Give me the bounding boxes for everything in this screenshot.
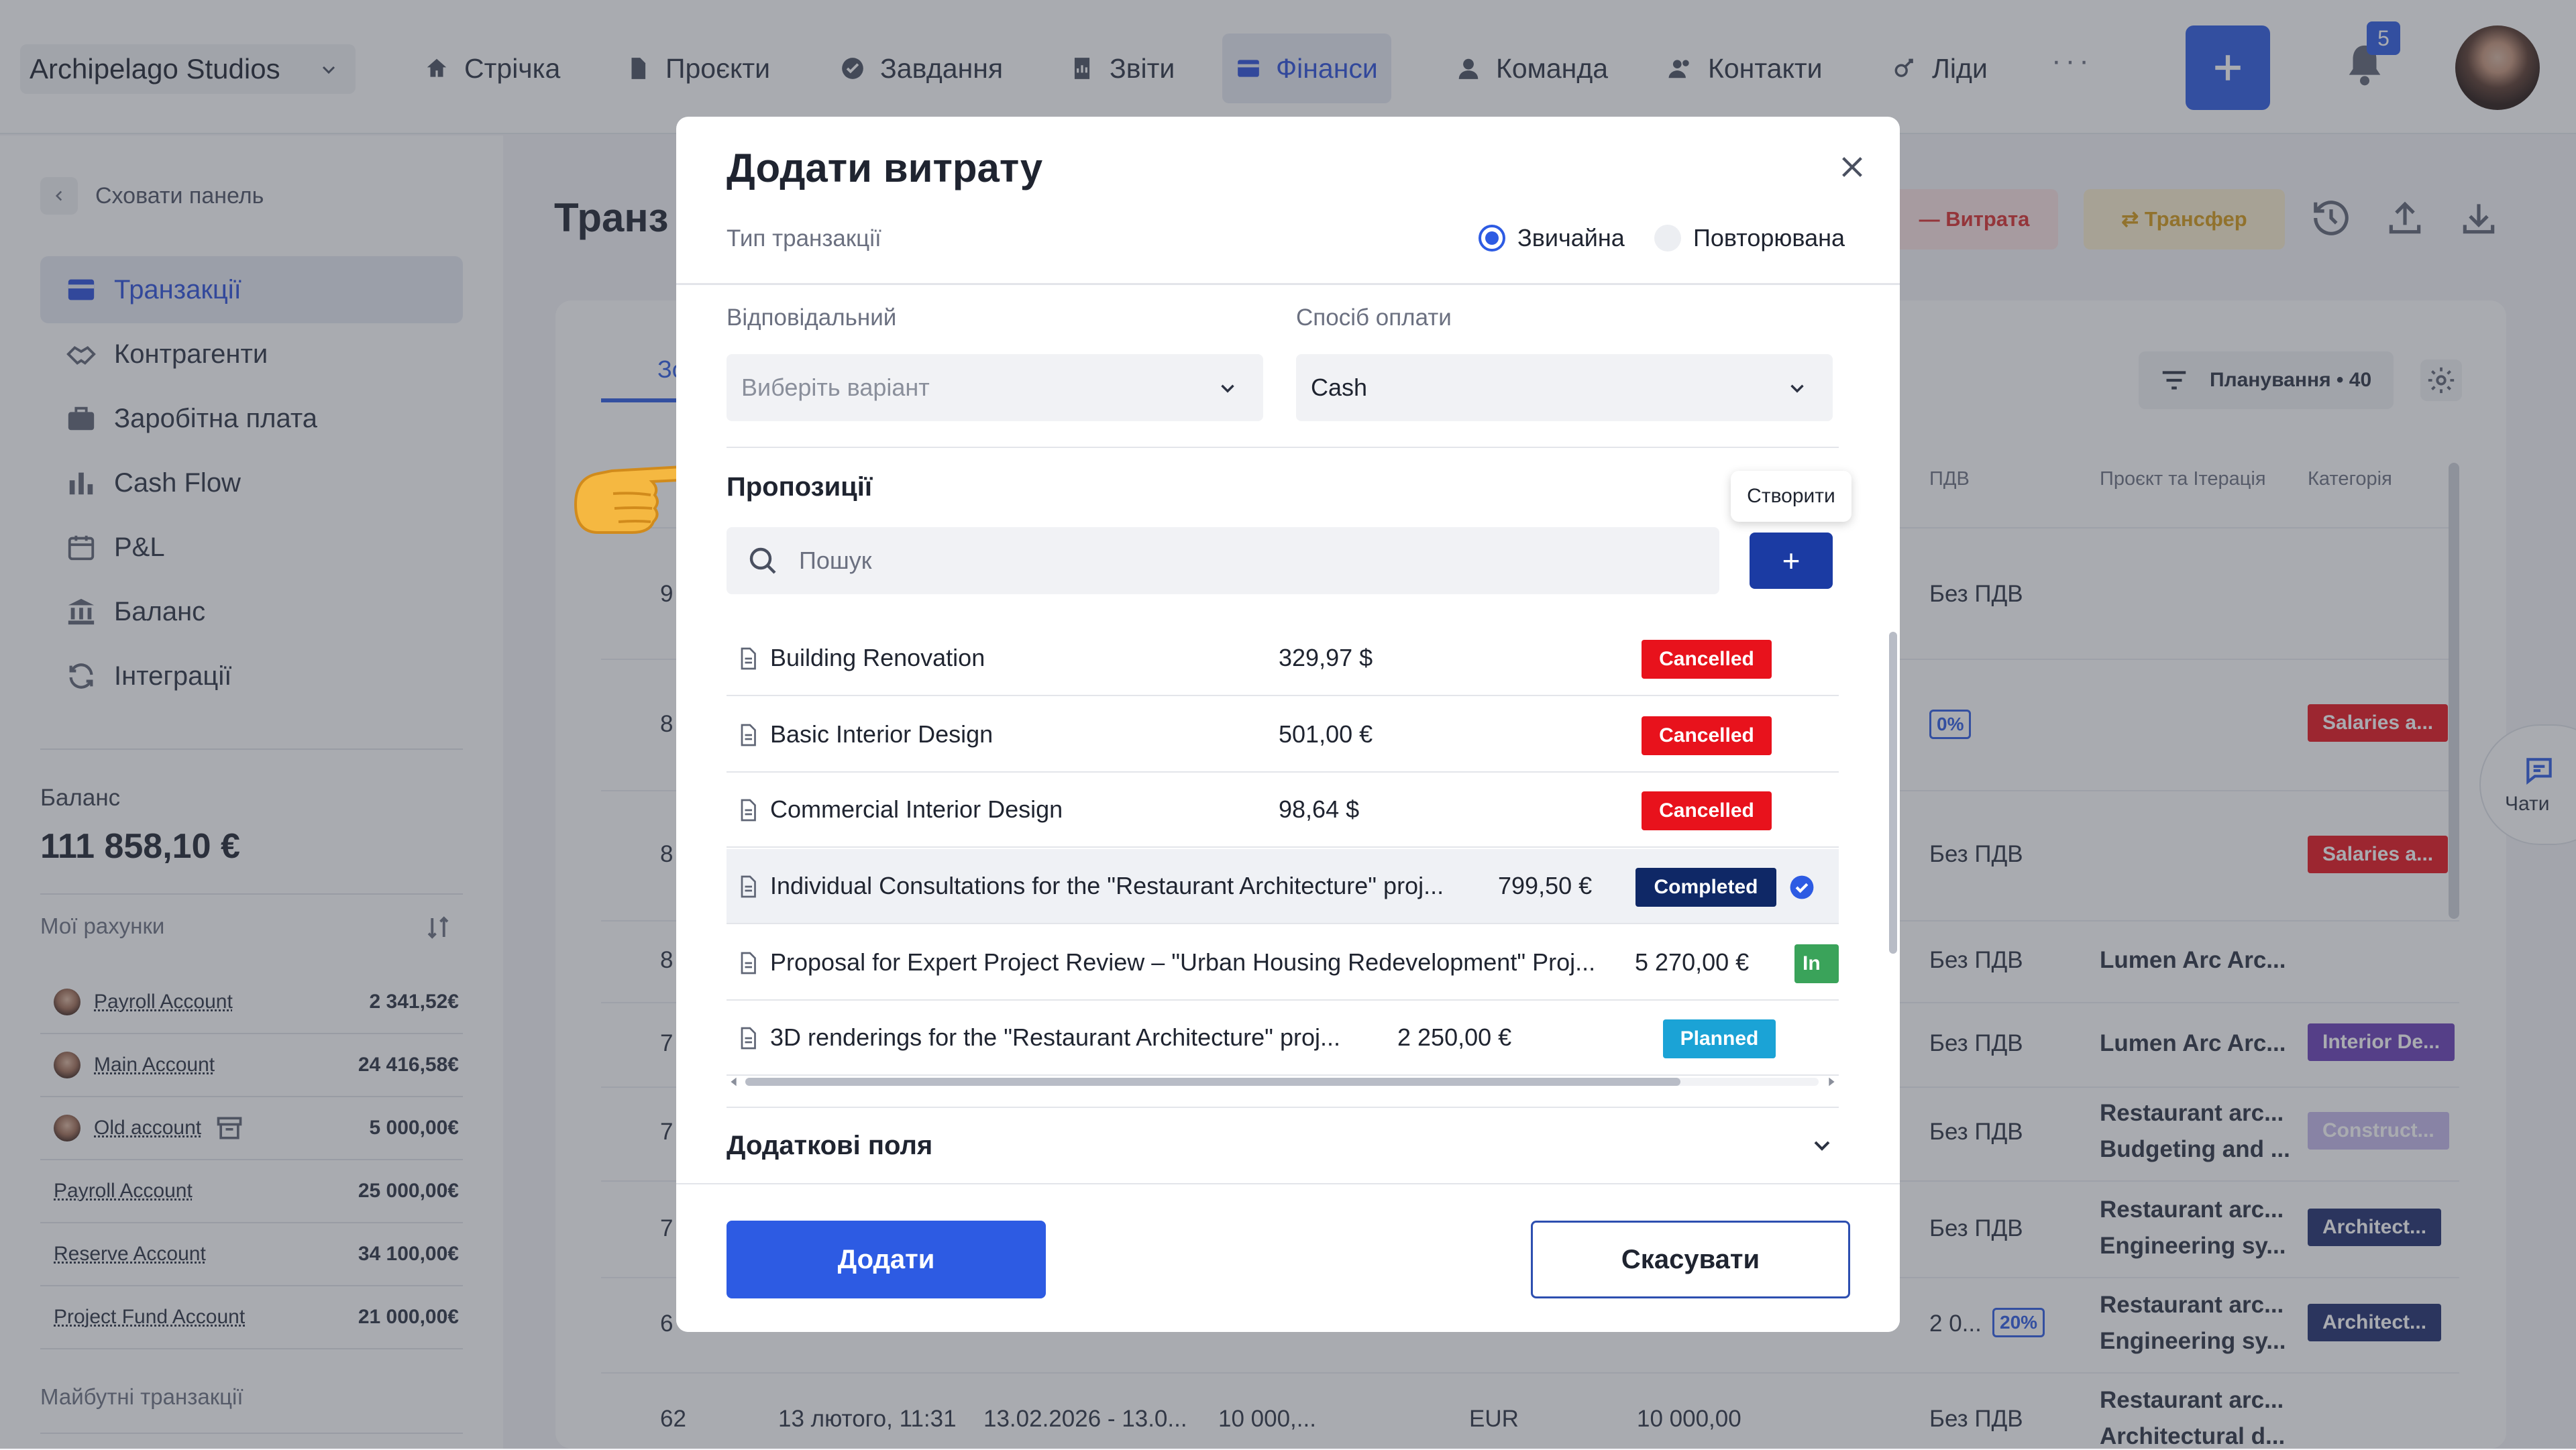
close-icon[interactable]	[1837, 152, 1868, 182]
scroll-thumb[interactable]	[745, 1078, 1680, 1086]
cancel-button[interactable]: Скасувати	[1531, 1221, 1850, 1298]
radio-label: Повторювана	[1693, 224, 1845, 252]
chevron-down-icon[interactable]	[1809, 1132, 1835, 1159]
proposal-name: Proposal for Expert Project Review – "Ur…	[770, 948, 1596, 976]
submit-button[interactable]: Додати	[727, 1221, 1046, 1298]
create-tooltip: Створити	[1731, 471, 1851, 522]
arrow-left-icon	[727, 1074, 741, 1089]
document-icon	[736, 722, 760, 748]
transaction-type-label: Тип транзакції	[727, 225, 881, 252]
proposal-name: Individual Consultations for the "Restau…	[770, 872, 1444, 899]
scroll-thumb[interactable]	[1889, 632, 1897, 954]
payment-method-value: Cash	[1311, 374, 1368, 401]
document-icon	[736, 950, 760, 977]
status-badge: Completed	[1635, 868, 1776, 907]
divider	[676, 283, 1900, 285]
radio-checked	[1479, 225, 1505, 252]
document-icon	[736, 1025, 760, 1052]
radio-label: Звичайна	[1517, 224, 1625, 252]
status-badge: Cancelled	[1642, 640, 1772, 679]
search-input[interactable]	[798, 546, 1670, 575]
responsible-label: Відповідальний	[727, 304, 897, 331]
payment-method-label: Спосіб оплати	[1296, 304, 1452, 331]
arrow-right-icon	[1824, 1074, 1839, 1089]
status-badge: Cancelled	[1642, 716, 1772, 755]
status-badge: In	[1794, 944, 1839, 983]
document-icon	[736, 873, 760, 900]
proposal-row[interactable]: Commercial Interior Design 98,64 $ Cance…	[727, 773, 1839, 848]
radio-unchecked	[1654, 225, 1681, 252]
proposal-row[interactable]: Building Renovation 329,97 $ Cancelled	[727, 621, 1839, 696]
extra-fields-title[interactable]: Додаткові поля	[727, 1131, 932, 1161]
proposals-title: Пропозиції	[727, 472, 873, 502]
radio-regular[interactable]: Звичайна	[1479, 224, 1625, 252]
payment-method-select[interactable]: Cash	[1296, 354, 1833, 421]
proposal-row[interactable]: Proposal for Expert Project Review – "Ur…	[727, 926, 1839, 1001]
proposal-amount: 799,50 €	[1498, 872, 1593, 899]
proposal-search[interactable]	[727, 527, 1719, 594]
proposal-row-selected[interactable]: Individual Consultations for the "Restau…	[727, 849, 1839, 924]
status-badge: Cancelled	[1642, 791, 1772, 830]
proposal-name: 3D renderings for the "Restaurant Archit…	[770, 1023, 1340, 1051]
status-badge: Planned	[1663, 1019, 1776, 1058]
divider	[727, 1107, 1839, 1108]
modal-footer: Додати Скасувати	[676, 1183, 1900, 1332]
check-circle-icon	[1789, 875, 1815, 900]
chevron-down-icon	[1786, 377, 1809, 400]
modal-title: Додати витрату	[727, 146, 1043, 190]
proposals-horizontal-scrollbar[interactable]	[727, 1074, 1839, 1089]
proposal-row[interactable]: 3D renderings for the "Restaurant Archit…	[727, 1001, 1839, 1076]
document-icon	[736, 797, 760, 824]
radio-recurring[interactable]: Повторювана	[1654, 224, 1845, 252]
document-icon	[736, 645, 760, 672]
proposal-name: Basic Interior Design	[770, 720, 994, 748]
proposal-row[interactable]: Basic Interior Design 501,00 € Cancelled	[727, 698, 1839, 773]
proposal-name: Commercial Interior Design	[770, 795, 1063, 823]
responsible-placeholder: Виберіть варіант	[741, 374, 930, 401]
chevron-down-icon	[1216, 377, 1239, 400]
responsible-select[interactable]: Виберіть варіант	[727, 354, 1263, 421]
modal-scrollbar[interactable]	[1889, 288, 1897, 1308]
create-proposal-button[interactable]: +	[1750, 533, 1833, 589]
proposal-amount: 501,00 €	[1279, 720, 1373, 748]
proposal-amount: 329,97 $	[1279, 644, 1373, 671]
add-expense-modal: Додати витрату Тип транзакції Звичайна П…	[676, 117, 1900, 1332]
proposal-amount: 2 250,00 €	[1397, 1023, 1512, 1051]
proposal-name: Building Renovation	[770, 644, 985, 671]
proposal-amount: 5 270,00 €	[1635, 948, 1750, 976]
proposal-amount: 98,64 $	[1279, 795, 1360, 823]
search-icon	[747, 545, 779, 577]
divider	[727, 447, 1839, 448]
